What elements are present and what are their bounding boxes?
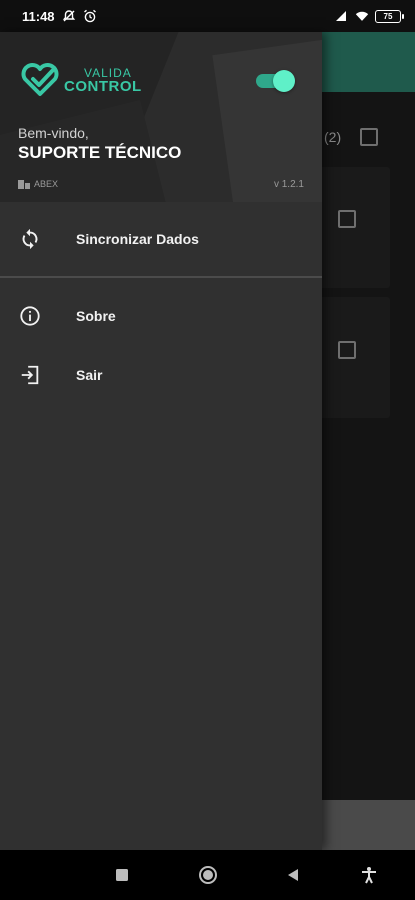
menu-divider bbox=[0, 276, 322, 278]
menu-item-sync[interactable]: Sincronizar Dados bbox=[0, 210, 322, 268]
mute-icon bbox=[62, 9, 76, 23]
card-checkbox[interactable] bbox=[338, 210, 356, 228]
recents-square-icon[interactable] bbox=[111, 864, 133, 886]
info-icon bbox=[18, 304, 42, 328]
wifi-icon bbox=[355, 9, 369, 23]
system-nav-bar bbox=[0, 850, 415, 900]
logout-icon bbox=[18, 363, 42, 387]
status-bar: 11:48 75 bbox=[0, 0, 415, 32]
menu-label-logout: Sair bbox=[76, 367, 103, 383]
user-name: SUPORTE TÉCNICO bbox=[18, 143, 182, 162]
accessibility-icon[interactable] bbox=[358, 864, 380, 886]
signal-icon bbox=[334, 9, 348, 23]
navigation-drawer: VALIDA CONTROL Bem-vindo, SUPORTE TÉCNIC… bbox=[0, 32, 322, 850]
brand-line2: CONTROL bbox=[64, 77, 142, 95]
building-icon bbox=[18, 180, 30, 189]
select-all-checkbox[interactable] bbox=[360, 128, 378, 146]
company-info: ABEX bbox=[18, 179, 58, 189]
card-checkbox[interactable] bbox=[338, 341, 356, 359]
logo-heart-icon bbox=[21, 63, 59, 96]
battery-level: 75 bbox=[383, 11, 393, 21]
drawer-header: VALIDA CONTROL Bem-vindo, SUPORTE TÉCNIC… bbox=[0, 32, 322, 202]
company-name: ABEX bbox=[34, 179, 59, 189]
brand-line1: VALIDA bbox=[84, 65, 132, 80]
brand-logo: VALIDA CONTROL bbox=[20, 60, 142, 100]
battery-icon: 75 bbox=[375, 9, 404, 23]
home-circle-icon[interactable] bbox=[197, 864, 219, 886]
welcome-text: Bem-vindo, bbox=[18, 125, 89, 141]
status-time: 11:48 bbox=[22, 8, 55, 24]
menu-label-sync: Sincronizar Dados bbox=[76, 231, 199, 247]
sync-icon bbox=[18, 227, 42, 251]
selection-count: (2) bbox=[324, 129, 342, 145]
alarm-icon bbox=[83, 9, 97, 23]
menu-item-about[interactable]: Sobre bbox=[0, 287, 322, 345]
menu-item-logout[interactable]: Sair bbox=[0, 346, 322, 404]
menu-label-about: Sobre bbox=[76, 308, 116, 324]
back-triangle-icon[interactable] bbox=[282, 864, 304, 886]
mode-toggle[interactable] bbox=[256, 70, 295, 92]
app-version: v 1.2.1 bbox=[273, 179, 304, 190]
